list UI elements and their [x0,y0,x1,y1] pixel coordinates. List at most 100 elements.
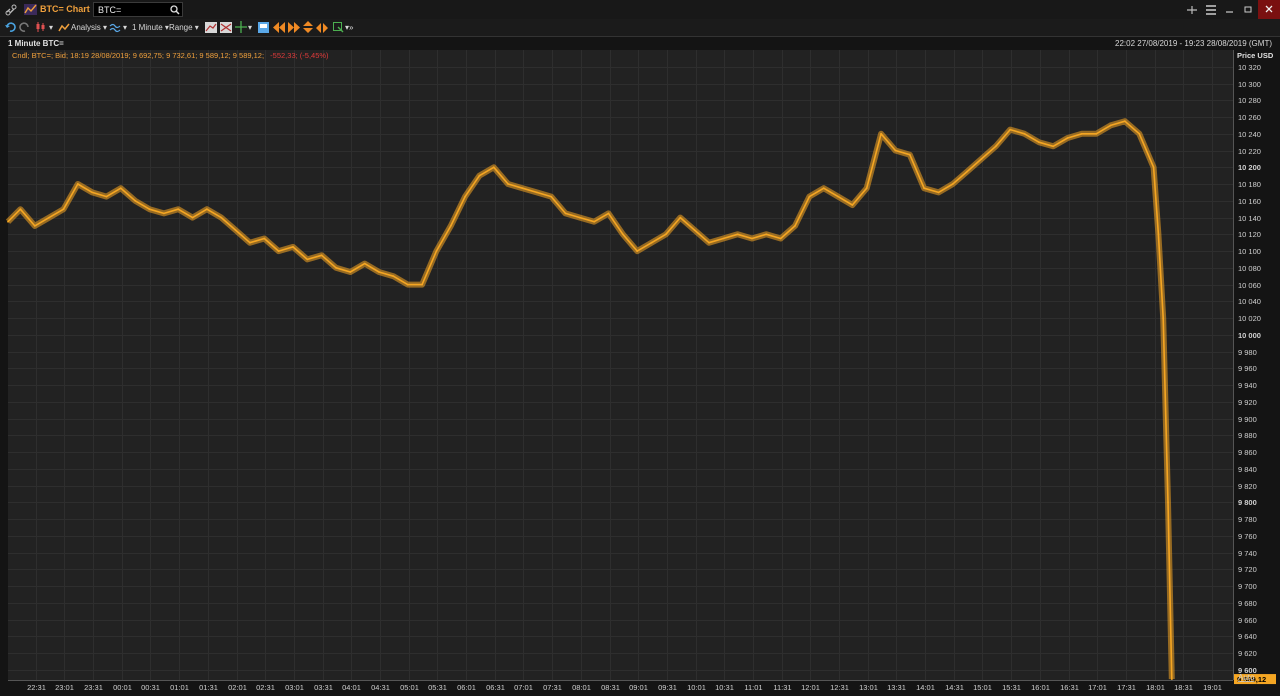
x-tick-label: 18:31 [1174,683,1193,692]
y-tick-label: 9 980 [1238,348,1257,357]
data-point [822,187,825,190]
y-tick-label: 10 080 [1238,264,1261,273]
data-point [478,174,481,177]
legend-change: -552,33; (-5,45%) [270,51,329,60]
y-tick-label: 9 900 [1238,415,1257,424]
x-tick-label: 01:31 [199,683,218,692]
data-point [1066,137,1069,139]
data-point [492,166,495,169]
data-point [191,216,194,219]
data-point [1052,145,1055,148]
data-point [378,271,380,273]
x-tick-label: 12:31 [830,683,849,692]
data-point [349,271,352,273]
data-point [1170,678,1173,680]
y-tick-label: 10 100 [1238,247,1261,256]
data-point [292,246,294,248]
y-tick-label: 9 820 [1238,482,1257,491]
y-tick-label: 10 000 [1238,331,1261,340]
x-tick-label: 06:01 [457,683,476,692]
data-point [966,170,969,173]
data-point [91,191,94,194]
data-point [937,191,940,194]
y-tick-label: 9 920 [1238,398,1257,407]
x-tick-label: 10:31 [715,683,734,692]
y-tick-label: 9 680 [1238,599,1257,608]
data-point [722,237,725,240]
data-point [865,187,868,190]
data-point [148,208,151,211]
data-point [1124,120,1126,123]
price-chart[interactable]: 9 6009 6209 6409 6609 6809 7009 7209 740… [0,0,1280,696]
y-tick-label: 9 720 [1238,565,1257,574]
y-axis-title: Price USD [1237,51,1274,60]
y-tick-label: 9 880 [1238,431,1257,440]
y-tick-label: 9 960 [1238,364,1257,373]
data-point [980,158,983,160]
x-tick-label: 02:31 [256,683,275,692]
data-point [650,241,653,244]
x-tick-label: 14:31 [945,683,964,692]
data-point [1157,233,1160,236]
x-tick-label: 05:31 [428,683,447,692]
data-point [134,199,137,202]
x-tick-label: 00:31 [141,683,160,692]
data-point [392,275,395,278]
data-point [765,233,768,236]
y-tick-label: 10 060 [1238,281,1261,290]
x-tick-label: 08:31 [601,683,620,692]
data-point [679,216,682,219]
x-tick-label: 03:01 [285,683,304,692]
x-tick-label: 23:01 [55,683,74,692]
x-tick-label: 04:31 [371,683,390,692]
data-point [779,237,782,240]
x-tick-label: 04:01 [342,683,361,692]
y-tick-label: 9 860 [1238,448,1257,457]
data-point [62,208,65,211]
y-tick-label: 10 320 [1238,63,1261,72]
y-tick-label: 10 240 [1238,130,1261,139]
x-tick-label: 18:01 [1146,683,1165,692]
data-point [708,241,710,244]
x-tick-label: 08:01 [572,683,591,692]
data-point [421,283,423,286]
y-tick-label: 10 300 [1238,80,1261,89]
data-point [923,187,925,190]
data-point [306,258,309,261]
legend-main: Cndl; BTC=; Bid; 18:19 28/08/2019; 9 692… [12,51,264,60]
x-tick-label: 01:01 [170,683,189,692]
data-point [851,204,854,206]
data-point [1167,501,1169,504]
x-tick-label: 15:31 [1002,683,1021,692]
data-point [105,195,108,198]
data-point [1152,166,1155,169]
data-point [880,132,882,135]
y-tick-label: 10 220 [1238,147,1261,156]
x-tick-label: 09:01 [629,683,648,692]
data-point [607,212,610,215]
x-tick-label: 11:31 [773,683,791,692]
scale-mode-label[interactable]: Auto [1238,673,1255,682]
x-tick-label: 14:01 [916,683,935,692]
data-point [1138,132,1141,135]
data-point [521,187,524,190]
data-point [206,208,208,211]
data-point [550,195,553,198]
x-tick-label: 02:01 [228,683,247,692]
y-tick-label: 9 700 [1238,582,1257,591]
y-tick-label: 10 140 [1238,214,1261,223]
x-tick-label: 17:31 [1117,683,1136,692]
x-tick-label: 11:01 [744,683,762,692]
data-point [33,225,36,227]
data-point [1095,132,1098,135]
data-point [579,216,581,219]
x-tick-label: 19:01 [1203,683,1222,692]
data-point [894,149,897,152]
chart-legend: Cndl; BTC=; Bid; 18:19 28/08/2019; 9 692… [12,51,329,60]
x-tick-label: 16:31 [1060,683,1079,692]
y-tick-label: 10 280 [1238,96,1261,105]
x-axis: 22:31 23:01 23:31 00:01 00:31 01:01 01:31 02:01… [27,683,1222,692]
data-point [1081,132,1083,135]
data-point [665,233,667,236]
data-point [449,225,452,227]
